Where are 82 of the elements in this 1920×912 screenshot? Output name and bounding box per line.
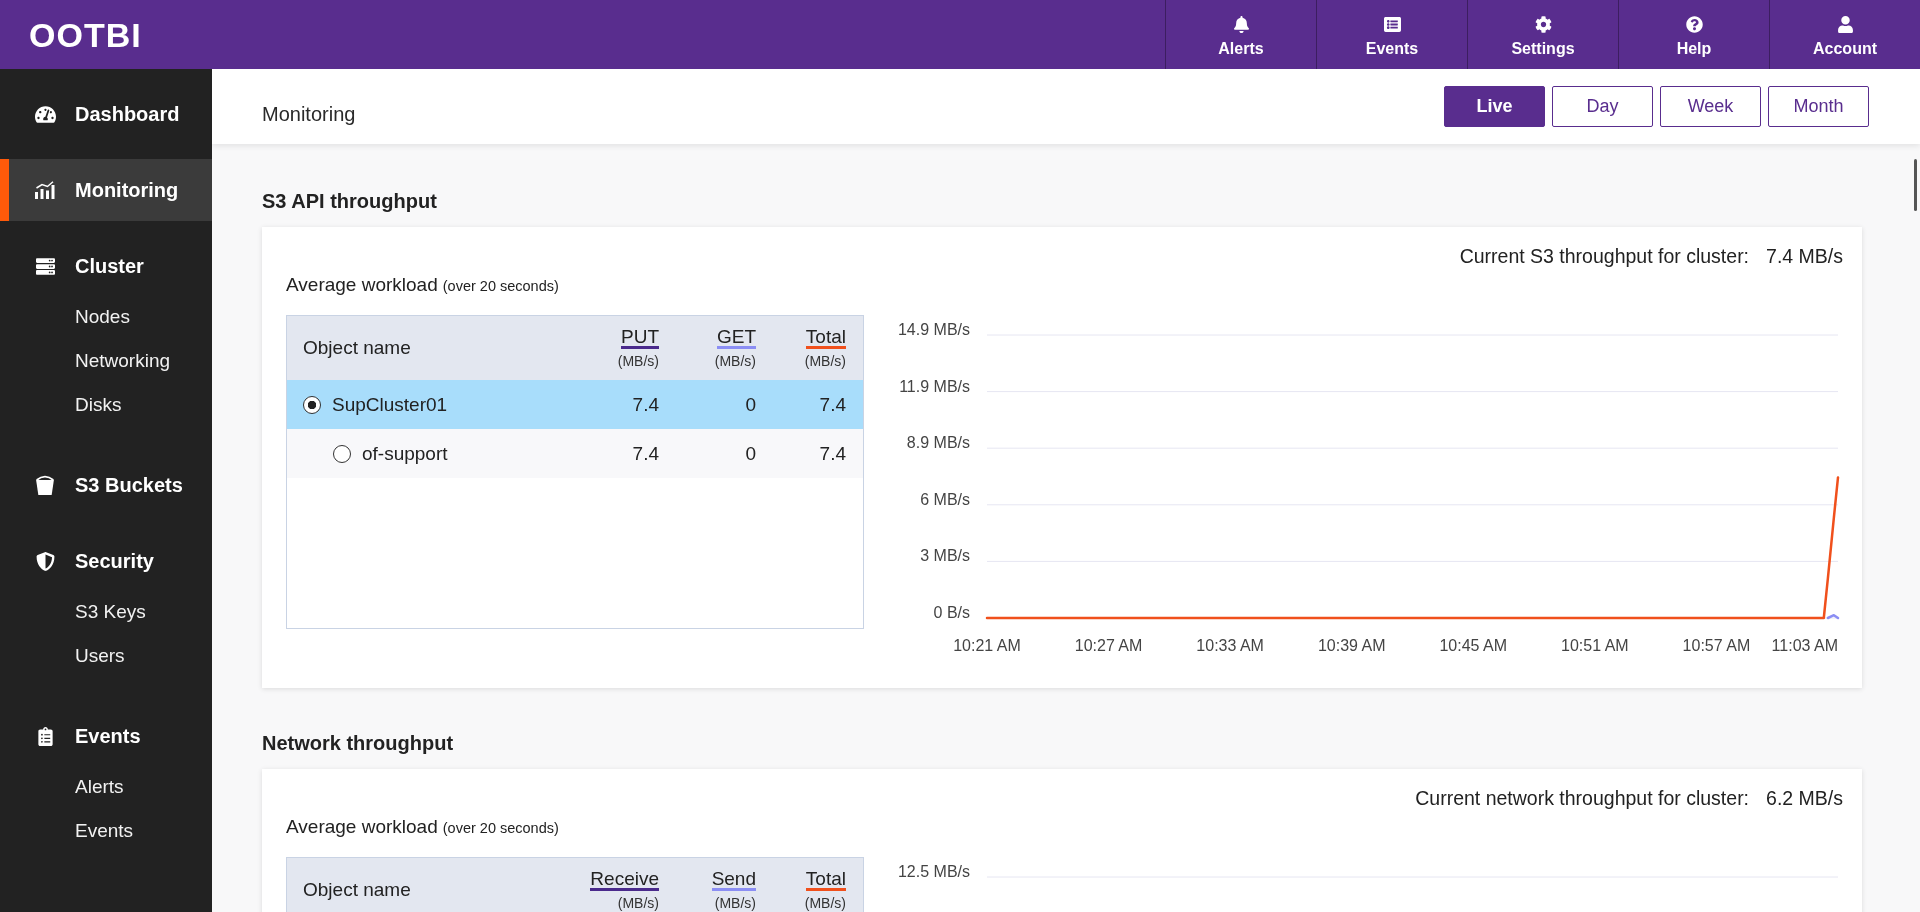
section-title: S3 API throughput bbox=[262, 189, 438, 213]
y-axis-label: 12.5 MB/s bbox=[897, 863, 970, 880]
x-axis-label: 11:03 AM bbox=[1771, 637, 1838, 654]
list-icon bbox=[1383, 16, 1401, 33]
table-row[interactable]: of-support 7.4 0 7.4 bbox=[287, 429, 863, 478]
help-icon bbox=[1685, 16, 1703, 33]
range-tab[interactable]: Day bbox=[1552, 86, 1653, 127]
current-throughput-value: 6.2 MB/s bbox=[1766, 787, 1843, 809]
current-throughput-value: 7.4 MB/s bbox=[1766, 245, 1843, 267]
sidebar-item[interactable]: S3 Buckets bbox=[0, 454, 212, 516]
table-cell: 7.4 bbox=[632, 393, 659, 416]
sidebar-subitem[interactable]: Networking bbox=[0, 339, 212, 383]
column-header: Object name bbox=[303, 879, 411, 901]
sidebar-item[interactable]: Dashboard bbox=[0, 83, 212, 145]
page-title: Monitoring bbox=[262, 103, 356, 126]
sidebar-item[interactable]: Cluster bbox=[0, 235, 212, 297]
section-title: Network throughput bbox=[262, 731, 455, 755]
x-axis-label: 10:33 AM bbox=[1196, 637, 1264, 654]
table-cell: 0 bbox=[745, 393, 756, 416]
column-header: Object name bbox=[303, 337, 411, 359]
workload-note: (over 20 seconds) bbox=[442, 278, 559, 294]
bucket-icon bbox=[35, 475, 55, 495]
server-icon bbox=[35, 256, 55, 276]
range-tab[interactable]: Live bbox=[1444, 86, 1545, 127]
x-axis-label: 10:27 AM bbox=[1074, 637, 1143, 654]
workload-note: (over 20 seconds) bbox=[442, 820, 559, 836]
range-tab[interactable]: Month bbox=[1768, 86, 1869, 127]
column-header: Total bbox=[805, 327, 846, 349]
sidebar-subitem[interactable]: S3 Keys bbox=[0, 590, 212, 634]
sidebar-subitem[interactable]: Disks bbox=[0, 383, 212, 427]
column-unit: (MB/s) bbox=[804, 353, 846, 369]
range-tab[interactable]: Week bbox=[1660, 86, 1761, 127]
column-unit: (MB/s) bbox=[804, 895, 846, 911]
column-header: Receive bbox=[590, 869, 659, 891]
sidebar-subitem[interactable]: Users bbox=[0, 634, 212, 678]
column-unit: (MB/s) bbox=[617, 353, 659, 369]
x-axis-label: 10:51 AM bbox=[1561, 637, 1629, 654]
sidebar-subitem[interactable]: Nodes bbox=[0, 295, 212, 339]
scrollbar-thumb[interactable] bbox=[1914, 159, 1917, 211]
x-axis-label: 10:21 AM bbox=[953, 637, 1021, 654]
object-name: of-support bbox=[362, 442, 448, 465]
current-throughput-label: Current S3 throughput for cluster: bbox=[1459, 245, 1750, 267]
sidebar-item[interactable]: Monitoring bbox=[0, 159, 212, 221]
y-axis-label: 0 B/s bbox=[933, 604, 970, 621]
table-row[interactable]: SupCluster01 7.4 0 7.4 bbox=[287, 380, 863, 429]
user-icon bbox=[1836, 16, 1854, 33]
gauge-icon bbox=[34, 103, 56, 125]
column-unit: (MB/s) bbox=[714, 353, 756, 369]
column-unit: (MB/s) bbox=[714, 895, 756, 911]
x-axis-label: 10:39 AM bbox=[1317, 637, 1386, 654]
column-header: GET bbox=[716, 327, 756, 349]
y-axis-label: 14.9 MB/s bbox=[897, 321, 970, 338]
clipboard-icon bbox=[35, 726, 55, 746]
sidebar-subitem[interactable]: Events bbox=[0, 809, 212, 853]
radio-button[interactable] bbox=[333, 444, 351, 463]
y-axis-label: 11.9 MB/s bbox=[899, 377, 970, 395]
x-axis-label: 10:45 AM bbox=[1439, 637, 1508, 654]
table-cell: 0 bbox=[745, 442, 756, 465]
column-header: PUT bbox=[621, 327, 659, 349]
column-header: Send bbox=[711, 869, 756, 891]
y-axis-label: 3 MB/s bbox=[920, 547, 970, 565]
table-cell: 7.4 bbox=[819, 393, 846, 416]
workload-title: Average workload bbox=[286, 274, 438, 295]
radio-button[interactable] bbox=[303, 395, 321, 414]
shield-icon bbox=[35, 551, 55, 571]
sidebar-item[interactable]: Security bbox=[0, 530, 212, 592]
y-axis-label: 8.9 MB/s bbox=[906, 434, 970, 452]
sidebar-subitem[interactable]: Alerts bbox=[0, 765, 212, 809]
logo[interactable]: OOTBI bbox=[29, 16, 142, 53]
object-name: SupCluster01 bbox=[332, 393, 448, 416]
column-header: Total bbox=[805, 869, 846, 891]
settings-icon bbox=[1534, 16, 1552, 33]
bell-icon bbox=[1232, 16, 1250, 33]
workload-title: Average workload bbox=[286, 816, 438, 837]
table-cell: 7.4 bbox=[819, 442, 846, 465]
column-unit: (MB/s) bbox=[617, 895, 659, 911]
y-axis-label: 6 MB/s bbox=[920, 490, 970, 508]
x-axis-label: 10:57 AM bbox=[1682, 637, 1751, 654]
current-throughput-label: Current network throughput for cluster: bbox=[1415, 787, 1750, 809]
sidebar-item[interactable]: Events bbox=[0, 705, 212, 767]
table-cell: 7.4 bbox=[632, 442, 659, 465]
bar-chart-icon bbox=[34, 181, 56, 199]
